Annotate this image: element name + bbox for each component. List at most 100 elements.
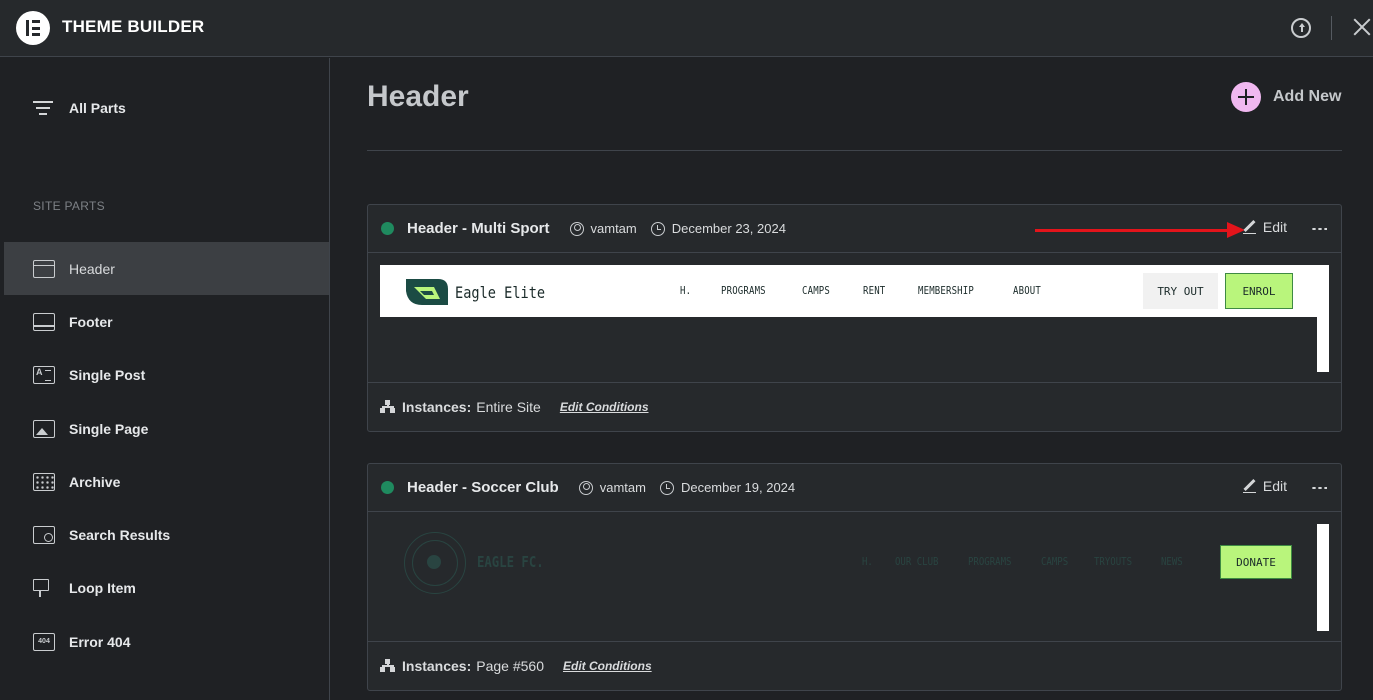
sidebar-item-label: Error 404 — [69, 633, 131, 650]
template-preview[interactable]: EAGLE FC. H. OUR CLUB PROGRAMS CAMPS TRY… — [368, 512, 1341, 642]
sidebar-item-label: Search Results — [69, 527, 171, 544]
instances-value: Entire Site — [476, 399, 541, 415]
edit-button[interactable]: Edit — [1242, 219, 1287, 235]
all-parts-button[interactable]: All Parts — [32, 96, 126, 120]
sidebar-item-loop-item[interactable]: Loop Item — [0, 562, 329, 615]
pencil-icon — [1242, 220, 1257, 234]
preview-try-out-button: TRY OUT — [1143, 273, 1218, 309]
clock-icon — [650, 221, 665, 236]
template-title: Header - Soccer Club — [407, 479, 559, 496]
top-bar: THEME BUILDER — [0, 0, 1373, 57]
info-upload-icon[interactable] — [1291, 18, 1311, 38]
template-preview[interactable]: Eagle Elite H. PROGRAMS CAMPS RENT MEMBE… — [368, 253, 1341, 383]
page-title: Header — [367, 80, 469, 113]
preview-donate-button: DONATE — [1220, 545, 1292, 579]
preview-site-header: EAGLE FC. H. OUR CLUB PROGRAMS CAMPS TRY… — [380, 524, 1317, 631]
preview-nav-item: MEMBERSHIP — [917, 284, 974, 297]
preview-nav: H. PROGRAMS CAMPS RENT MEMBERSHIP ABOUT — [680, 284, 1047, 297]
site-parts-heading: SITE PARTS — [33, 199, 105, 213]
instances-label: Instances: — [402, 658, 472, 674]
edit-conditions-link[interactable]: Edit Conditions — [563, 659, 652, 673]
preview-nav-item: ABOUT — [1012, 284, 1041, 297]
sidebar-item-archive[interactable]: Archive — [0, 455, 329, 508]
template-card: Header - Multi Sport vamtam December 23,… — [367, 204, 1342, 432]
app-title: THEME BUILDER — [62, 17, 205, 36]
annotation-arrow-icon — [1035, 222, 1245, 238]
user-icon — [578, 480, 593, 495]
template-card-header: Header - Multi Sport vamtam December 23,… — [368, 205, 1341, 253]
pencil-icon — [1242, 479, 1257, 493]
sidebar-item-label: Archive — [69, 473, 121, 490]
title-divider — [367, 150, 1342, 151]
filter-lines-icon — [32, 100, 54, 116]
sidebar-item-search-results[interactable]: Search Results — [0, 508, 329, 561]
preview-nav-item: PROGRAMS — [968, 555, 1012, 568]
single-page-icon — [33, 419, 55, 438]
site-parts-nav: Header Footer Single Post Single Page Ar… — [0, 242, 329, 668]
template-card-footer: Instances: Page #560 Edit Conditions — [368, 642, 1341, 690]
soccer-club-badge-icon — [404, 532, 466, 594]
edit-button[interactable]: Edit — [1242, 478, 1287, 494]
preview-brand-name: EAGLE FC. — [477, 553, 544, 571]
template-date: December 19, 2024 — [680, 480, 796, 495]
published-status-dot — [381, 222, 394, 235]
footer-layout-icon — [33, 312, 55, 331]
sitemap-icon — [380, 659, 396, 673]
preview-enrol-button: ENROL — [1225, 273, 1293, 309]
edit-label: Edit — [1262, 219, 1287, 235]
template-card-header: Header - Soccer Club vamtam December 19,… — [368, 464, 1341, 512]
sitemap-icon — [380, 400, 396, 414]
clock-icon — [659, 480, 674, 495]
preview-nav-item: PROGRAMS — [720, 284, 766, 297]
template-card-footer: Instances: Entire Site Edit Conditions — [368, 383, 1341, 431]
archive-grid-icon — [33, 472, 55, 491]
elementor-logo-icon — [16, 11, 50, 45]
preview-nav-item: OUR CLUB — [895, 555, 939, 568]
instances-value: Page #560 — [476, 658, 544, 674]
template-card: Header - Soccer Club vamtam December 19,… — [367, 463, 1342, 691]
add-new-label: Add New — [1273, 88, 1342, 105]
all-parts-label: All Parts — [69, 100, 126, 116]
sidebar-item-header[interactable]: Header — [4, 242, 329, 296]
single-post-icon — [33, 366, 55, 385]
preview-nav-item: NEWS — [1160, 555, 1183, 568]
template-author: vamtam — [590, 221, 637, 236]
edit-conditions-link[interactable]: Edit Conditions — [560, 400, 649, 414]
sidebar-item-single-page[interactable]: Single Page — [0, 402, 329, 455]
close-icon[interactable] — [1351, 16, 1373, 38]
sidebar-item-label: Header — [69, 260, 115, 277]
preview-nav-item: CAMPS — [1041, 555, 1069, 568]
preview-nav-item: TRYOUTS — [1094, 555, 1133, 568]
sidebar: All Parts SITE PARTS Header Footer Singl… — [0, 58, 330, 700]
more-options-icon[interactable] — [1311, 486, 1327, 490]
sidebar-item-label: Single Post — [69, 367, 146, 384]
error-404-icon: 404 — [33, 632, 55, 651]
preview-nav-item: CAMPS — [802, 284, 831, 297]
search-results-icon — [33, 526, 55, 545]
add-new-button[interactable]: Add New — [1231, 82, 1341, 112]
sidebar-item-label: Loop Item — [69, 580, 136, 597]
preview-frame: EAGLE FC. H. OUR CLUB PROGRAMS CAMPS TRY… — [380, 524, 1329, 631]
sidebar-item-footer[interactable]: Footer — [0, 295, 329, 348]
preview-site-header: Eagle Elite H. PROGRAMS CAMPS RENT MEMBE… — [380, 265, 1317, 317]
toolbar-divider — [1331, 16, 1332, 40]
sidebar-item-error-404[interactable]: 404 Error 404 — [0, 615, 329, 668]
preview-frame: Eagle Elite H. PROGRAMS CAMPS RENT MEMBE… — [380, 265, 1329, 372]
sidebar-item-single-post[interactable]: Single Post — [0, 349, 329, 402]
preview-brand-name: Eagle Elite — [455, 283, 546, 302]
preview-scrollbar — [1317, 265, 1329, 372]
preview-scrollbar — [1317, 524, 1329, 631]
preview-nav-item: RENT — [863, 284, 886, 297]
preview-nav-item: H. — [680, 284, 692, 297]
sidebar-item-label: Single Page — [69, 420, 149, 437]
preview-nav: H. OUR CLUB PROGRAMS CAMPS TRYOUTS NEWS — [862, 555, 1187, 568]
sidebar-item-label: Footer — [69, 313, 113, 330]
template-date: December 23, 2024 — [671, 221, 786, 236]
eagle-elite-logo-icon — [406, 279, 448, 305]
header-layout-icon — [33, 259, 55, 278]
user-icon — [569, 221, 584, 236]
main-content: Header Add New Header - Multi Sport vamt… — [331, 58, 1373, 700]
published-status-dot — [381, 481, 394, 494]
template-title: Header - Multi Sport — [407, 220, 550, 237]
more-options-icon[interactable] — [1311, 227, 1327, 231]
